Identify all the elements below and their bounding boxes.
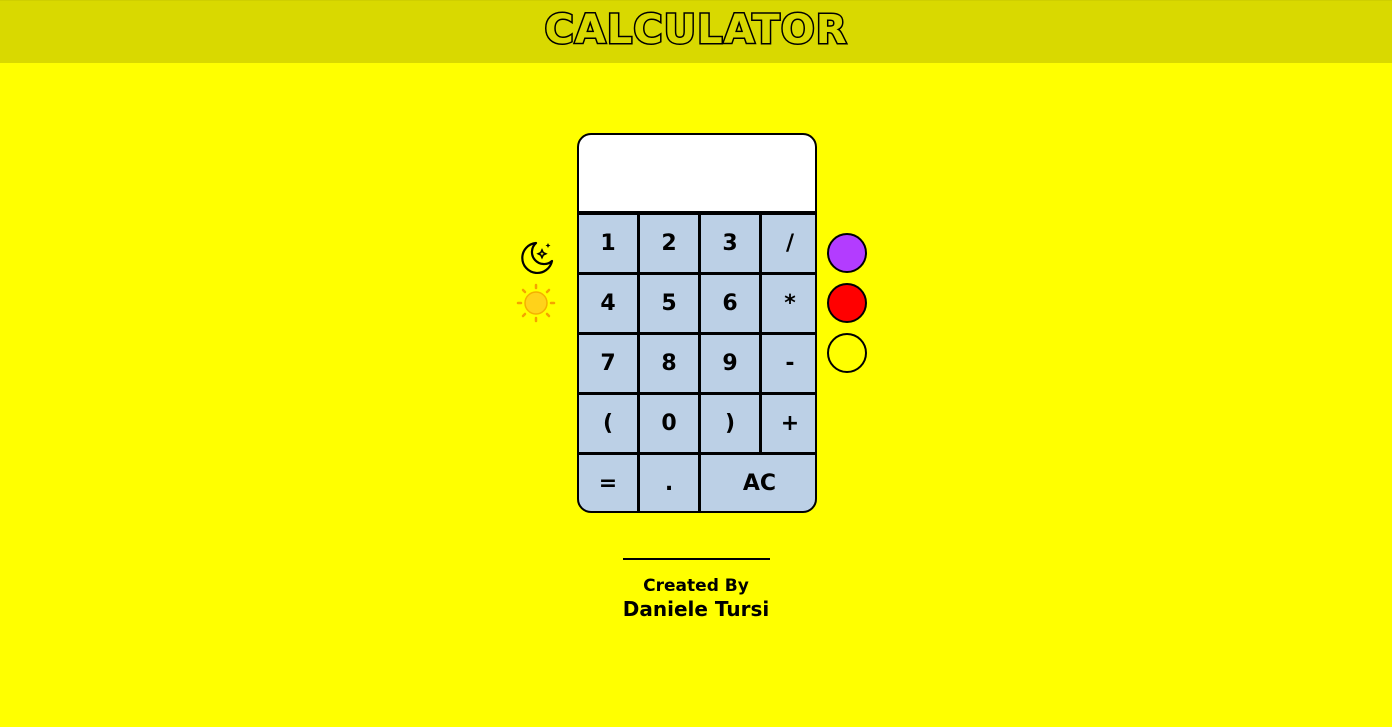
key-8[interactable]: 8 xyxy=(640,335,698,392)
key-5[interactable]: 5 xyxy=(640,275,698,332)
key-decimal[interactable]: . xyxy=(640,455,698,511)
key-9[interactable]: 9 xyxy=(701,335,759,392)
key-4[interactable]: 4 xyxy=(579,275,637,332)
page-title: CALCULATOR xyxy=(543,6,848,55)
key-multiply[interactable]: * xyxy=(762,275,815,332)
color-swatch-purple[interactable] xyxy=(827,233,867,273)
keypad: 1 2 3 / 4 5 6 * 7 8 9 - ( 0 ) + = . AC xyxy=(579,215,815,511)
key-subtract[interactable]: - xyxy=(762,335,815,392)
key-6[interactable]: 6 xyxy=(701,275,759,332)
key-1[interactable]: 1 xyxy=(579,215,637,272)
key-all-clear[interactable]: AC xyxy=(701,455,815,511)
footer-author: Daniele Tursi xyxy=(622,597,770,621)
key-right-paren[interactable]: ) xyxy=(701,395,759,452)
calculator: 1 2 3 / 4 5 6 * 7 8 9 - ( 0 ) + = . AC xyxy=(577,133,817,513)
key-add[interactable]: + xyxy=(762,395,815,452)
header-bar: CALCULATOR xyxy=(0,0,1392,63)
key-3[interactable]: 3 xyxy=(701,215,759,272)
key-0[interactable]: 0 xyxy=(640,395,698,452)
color-swatch-red[interactable] xyxy=(827,283,867,323)
sun-icon[interactable] xyxy=(516,283,556,323)
key-2[interactable]: 2 xyxy=(640,215,698,272)
calculator-display xyxy=(579,135,815,213)
footer-divider xyxy=(623,558,770,560)
key-7[interactable]: 7 xyxy=(579,335,637,392)
key-divide[interactable]: / xyxy=(762,215,815,272)
key-equals[interactable]: = xyxy=(579,455,637,511)
footer-created-by: Created By xyxy=(643,576,749,596)
moon-icon[interactable] xyxy=(516,237,556,277)
key-left-paren[interactable]: ( xyxy=(579,395,637,452)
color-swatch-yellow[interactable] xyxy=(827,333,867,373)
